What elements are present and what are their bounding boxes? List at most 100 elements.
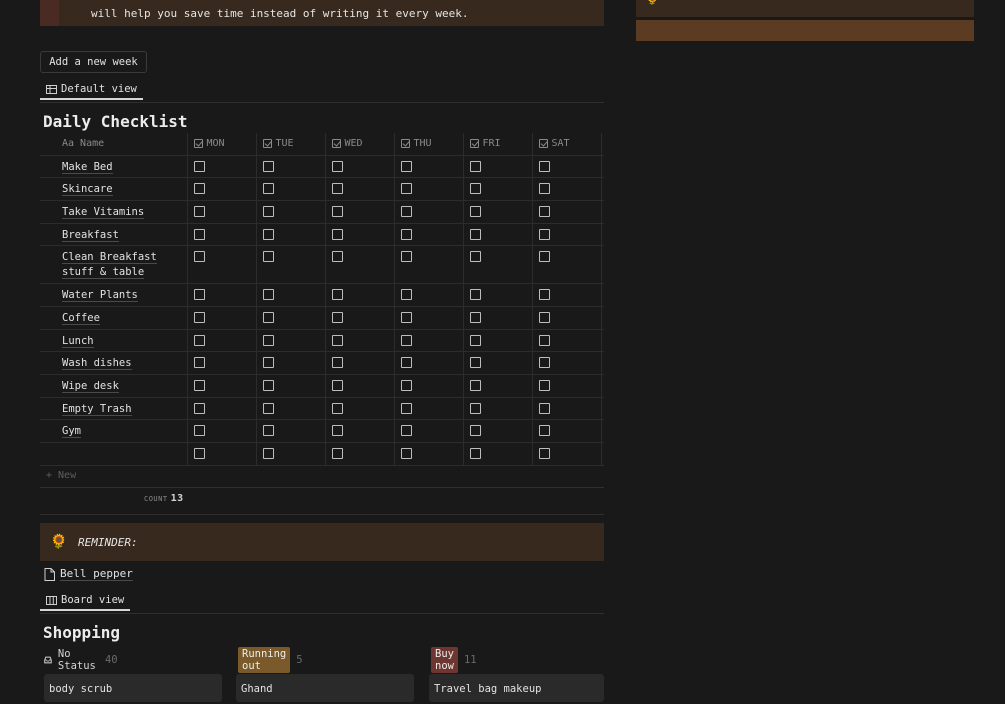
checkbox[interactable] <box>538 448 550 460</box>
checkbox[interactable] <box>193 183 205 195</box>
board-card[interactable]: body scrub <box>44 674 222 702</box>
checkbox[interactable] <box>193 205 205 217</box>
checkbox[interactable] <box>331 289 343 301</box>
column-header-sat[interactable]: SAT <box>532 133 602 156</box>
board-card[interactable]: Ghand <box>236 674 414 702</box>
checkbox[interactable] <box>538 289 550 301</box>
checkbox[interactable] <box>262 251 274 263</box>
checkbox[interactable] <box>331 334 343 346</box>
checkbox[interactable] <box>469 289 481 301</box>
column-header-fri[interactable]: FRI <box>463 133 533 156</box>
checkbox[interactable] <box>193 289 205 301</box>
checkbox[interactable] <box>262 448 274 460</box>
column-header-mon[interactable]: MON <box>187 133 257 156</box>
checkbox[interactable] <box>331 160 343 172</box>
checkbox[interactable] <box>193 228 205 240</box>
checkbox[interactable] <box>400 402 412 414</box>
checkbox[interactable] <box>469 448 481 460</box>
checkbox[interactable] <box>331 311 343 323</box>
page-link-bell-pepper[interactable]: Bell pepper <box>44 567 133 581</box>
checkbox[interactable] <box>469 311 481 323</box>
row-name-cell[interactable]: Gym <box>40 419 188 444</box>
add-new-row-button[interactable]: + New <box>46 470 76 481</box>
checkbox[interactable] <box>331 402 343 414</box>
row-name-cell[interactable]: Coffee <box>40 306 188 330</box>
column-header-wed[interactable]: WED <box>325 133 395 156</box>
checkbox[interactable] <box>262 357 274 369</box>
checkbox[interactable] <box>538 251 550 263</box>
checkbox[interactable] <box>262 402 274 414</box>
column-header-name[interactable]: Aa Name <box>40 133 188 156</box>
column-header-tue[interactable]: TUE <box>256 133 326 156</box>
checkbox[interactable] <box>469 205 481 217</box>
checkbox[interactable] <box>262 228 274 240</box>
checkbox[interactable] <box>538 205 550 217</box>
row-name-cell[interactable]: Wipe desk <box>40 374 188 398</box>
checkbox[interactable] <box>400 183 412 195</box>
checkbox[interactable] <box>469 357 481 369</box>
checkbox[interactable] <box>262 380 274 391</box>
checkbox[interactable] <box>469 251 481 263</box>
checkbox[interactable] <box>331 448 343 460</box>
checkbox[interactable] <box>193 425 205 437</box>
checkbox[interactable] <box>469 402 481 414</box>
checkbox[interactable] <box>400 205 412 217</box>
checkbox[interactable] <box>193 357 205 369</box>
checkbox[interactable] <box>400 334 412 346</box>
checkbox[interactable] <box>538 380 550 391</box>
checkbox[interactable] <box>400 357 412 369</box>
checkbox[interactable] <box>331 205 343 217</box>
checkbox[interactable] <box>331 183 343 195</box>
checkbox[interactable] <box>331 357 343 369</box>
tab-board-view[interactable]: Board view <box>40 591 131 611</box>
checkbox[interactable] <box>193 334 205 346</box>
row-name-cell[interactable]: Empty Trash <box>40 397 188 421</box>
row-name-cell[interactable]: Take Vitamins <box>40 200 188 224</box>
checkbox[interactable] <box>538 311 550 323</box>
checkbox[interactable] <box>538 183 550 195</box>
row-name-cell[interactable]: Lunch <box>40 329 188 353</box>
checkbox[interactable] <box>400 289 412 301</box>
add-new-week-button[interactable]: Add a new week <box>40 51 147 73</box>
checkbox[interactable] <box>469 160 481 172</box>
checkbox[interactable] <box>193 160 205 172</box>
checkbox[interactable] <box>262 205 274 217</box>
checkbox[interactable] <box>538 425 550 437</box>
checkbox[interactable] <box>469 228 481 240</box>
checkbox[interactable] <box>400 380 412 391</box>
checkbox[interactable] <box>262 289 274 301</box>
checkbox[interactable] <box>331 425 343 437</box>
checkbox[interactable] <box>193 311 205 323</box>
checkbox[interactable] <box>400 311 412 323</box>
row-name-cell[interactable]: Make Bed <box>40 155 188 179</box>
row-name-cell[interactable]: Water Plants <box>40 283 188 307</box>
row-name-cell[interactable] <box>40 442 188 466</box>
tab-default-view[interactable]: Default view <box>40 80 143 100</box>
checkbox[interactable] <box>538 402 550 414</box>
checkbox[interactable] <box>262 183 274 195</box>
checkbox[interactable] <box>193 380 205 391</box>
checkbox[interactable] <box>400 425 412 437</box>
checkbox[interactable] <box>400 251 412 263</box>
board-card[interactable]: Travel bag makeup <box>429 674 604 702</box>
checkbox[interactable] <box>262 311 274 323</box>
checkbox[interactable] <box>538 334 550 346</box>
checkbox[interactable] <box>469 425 481 437</box>
checkbox[interactable] <box>193 402 205 414</box>
checkbox[interactable] <box>469 334 481 346</box>
checkbox[interactable] <box>331 380 343 391</box>
checkbox[interactable] <box>538 228 550 240</box>
checkbox[interactable] <box>400 228 412 240</box>
checkbox[interactable] <box>331 228 343 240</box>
checkbox[interactable] <box>262 425 274 437</box>
checkbox[interactable] <box>193 251 205 263</box>
checkbox[interactable] <box>193 448 205 460</box>
checkbox[interactable] <box>262 334 274 346</box>
checkbox[interactable] <box>538 357 550 369</box>
row-name-cell[interactable]: Clean Breakfast stuff & table <box>40 245 188 285</box>
row-name-cell[interactable]: Wash dishes <box>40 351 188 375</box>
checkbox[interactable] <box>400 448 412 460</box>
column-header-thu[interactable]: THU <box>394 133 464 156</box>
checkbox[interactable] <box>400 160 412 172</box>
checkbox[interactable] <box>469 183 481 195</box>
